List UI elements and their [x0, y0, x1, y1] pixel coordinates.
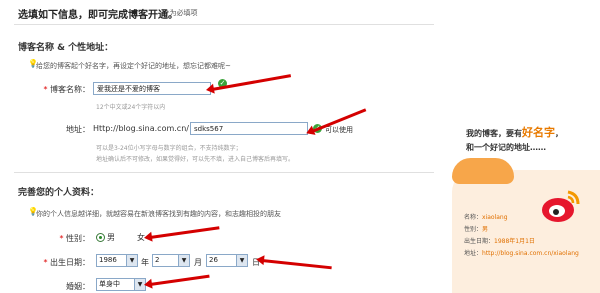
- divider: [14, 172, 434, 173]
- address-status: 可以使用: [325, 126, 353, 134]
- card-address: 地址：http://blog.sina.com.cn/xiaolang: [464, 250, 579, 257]
- chevron-down-icon: ▼: [236, 255, 247, 266]
- address-label: 地址：: [66, 125, 90, 134]
- birth-year-select[interactable]: 1986 ▼: [96, 254, 138, 267]
- card-name: 名称：xiaolang: [464, 214, 508, 221]
- promo-text: 我的博客，要有好名字， 和一个好记的地址……: [466, 126, 563, 152]
- chevron-down-icon: ▼: [178, 255, 189, 266]
- blog-tip: 给您的博客起个好名字，再设定个好记的地址，想忘记都难呢~: [36, 62, 231, 70]
- birth-day-select[interactable]: 26 ▼: [206, 254, 248, 267]
- red-arrow-annotation: [149, 274, 210, 286]
- address-hint-1: 可以是3-24位小写字母与数字的组合，不支持纯数字；: [96, 145, 242, 152]
- decorative-blob: [452, 158, 514, 184]
- address-hint-2: 地址确认后不可修改，如果觉得好，可以先不填，进入自己博客后再填写。: [96, 156, 295, 163]
- weibo-logo-icon: [542, 190, 580, 222]
- marital-select[interactable]: 单身中 ▼: [96, 278, 146, 291]
- required-note: *为必填项: [166, 9, 198, 17]
- red-arrow-annotation: [149, 226, 220, 239]
- red-arrow-annotation: [261, 259, 332, 270]
- month-unit: 月: [194, 258, 202, 267]
- blog-name-label: * 博客名称：: [43, 85, 90, 94]
- card-birth: 出生日期：1988年1月1日: [464, 238, 535, 245]
- divider: [14, 24, 434, 25]
- section-title-personal: 完善您的个人资料：: [18, 188, 100, 198]
- section-title-blog: 博客名称 & 个性地址：: [18, 43, 114, 53]
- page-header: 选填如下信息，即可完成博客开通。: [18, 10, 178, 21]
- personal-tip: 你的个人信息越详细，就越容易在新浪博客找到有趣的内容，和志趣相投的朋友: [36, 210, 281, 218]
- address-prefix: Http://blog.sina.com.cn/: [93, 124, 189, 133]
- gender-male-radio[interactable]: [96, 233, 105, 242]
- blog-name-input[interactable]: 爱我还是不爱的博客: [93, 82, 211, 95]
- blog-name-hint: 12个中文或24个字符以内: [96, 104, 166, 111]
- marital-label: 婚姻：: [66, 282, 90, 291]
- birthday-label: * 出生日期：: [43, 258, 90, 267]
- address-input[interactable]: sdks567: [190, 122, 308, 135]
- chevron-down-icon: ▼: [126, 255, 137, 266]
- gender-male-label: 男: [107, 233, 115, 242]
- gender-label: * 性别：: [59, 234, 90, 243]
- birth-month-select[interactable]: 2 ▼: [152, 254, 190, 267]
- card-gender: 性别：男: [464, 226, 489, 233]
- year-unit: 年: [141, 258, 149, 267]
